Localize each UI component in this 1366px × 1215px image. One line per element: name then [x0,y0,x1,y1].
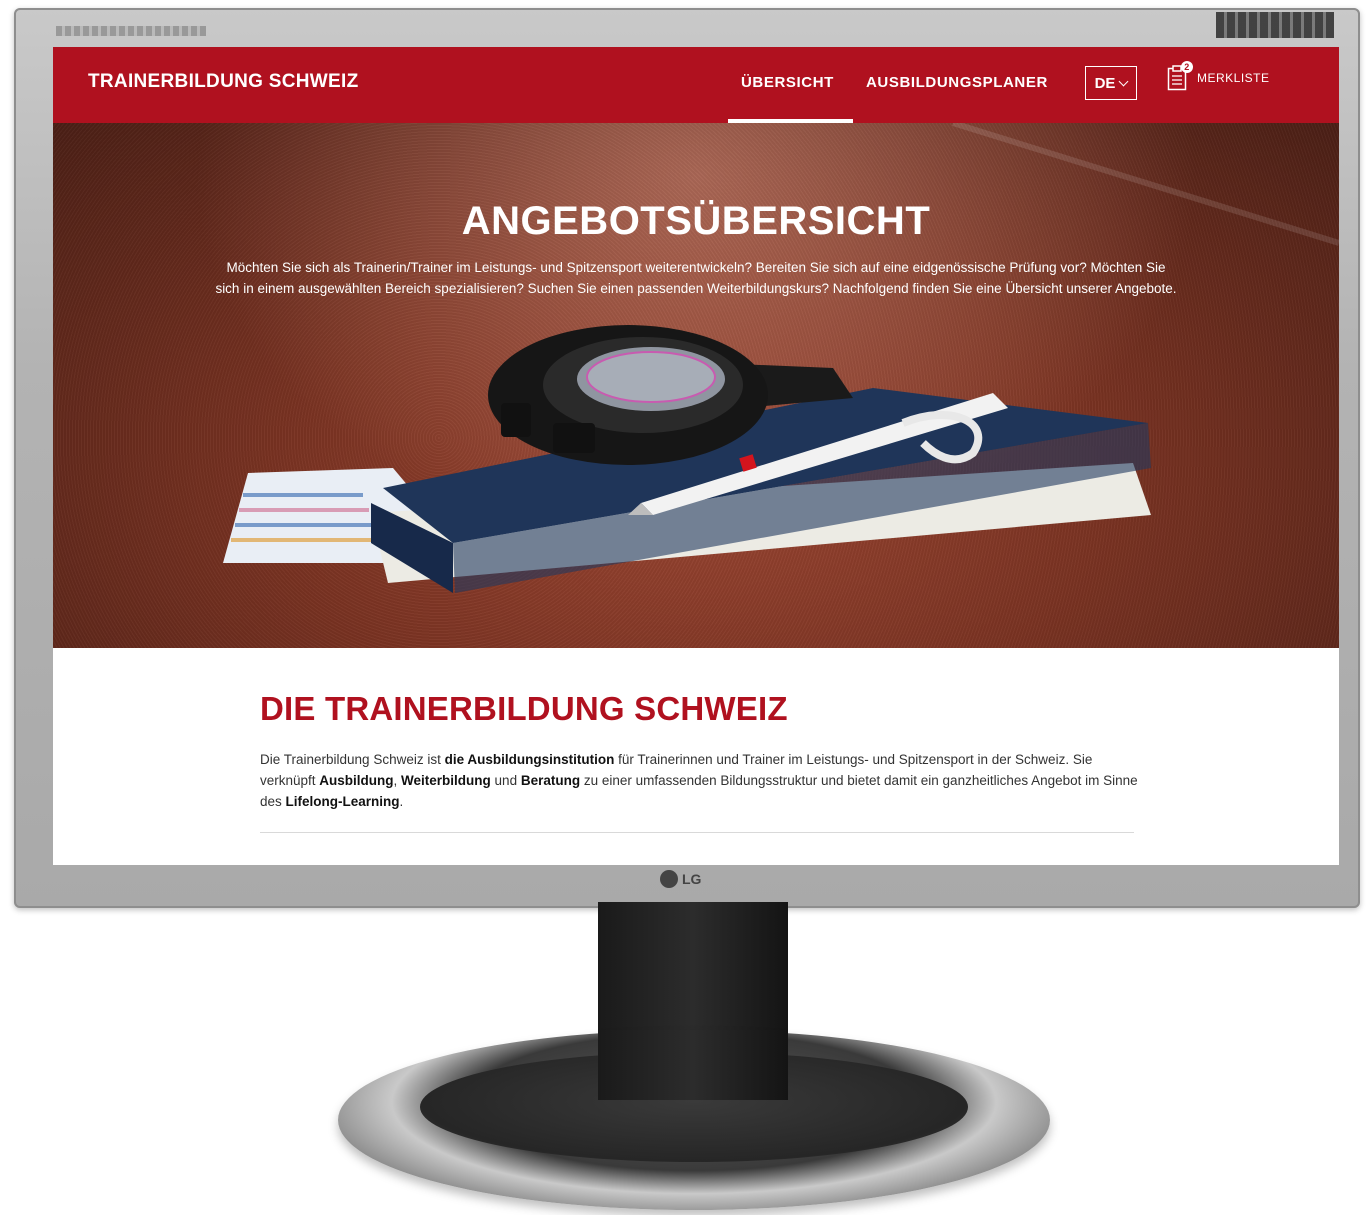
paragraph-text-segment: . [399,794,404,809]
paragraph-bold-segment: Lifelong-Learning [285,794,400,809]
paragraph-bold-segment: Ausbildung [319,773,394,788]
merkliste-button[interactable]: 2 MERKLISTE [1167,61,1270,91]
lg-logo-icon [660,870,678,888]
section-paragraph: Die Trainerbildung Schweiz ist die Ausbi… [260,749,1140,812]
nav-link-ausbildungsplaner[interactable]: AUSBILDUNGSPLANER [866,74,1048,91]
merkliste-count-badge: 2 [1181,61,1193,73]
monitor-brand-logo: LG [660,868,701,890]
paragraph-text-segment: und [490,773,521,788]
language-select-value: DE [1094,74,1116,92]
paragraph-text-segment: Die Trainerbildung Schweiz ist [260,752,445,767]
hero-banner: ANGEBOTSÜBERSICHT Möchten Sie sich als T… [53,123,1339,648]
hero-title: ANGEBOTSÜBERSICHT [461,199,931,243]
paragraph-bold-segment: die Ausbildungsinstitution [444,752,615,767]
hero-intro-text: Möchten Sie sich als Trainerin/Trainer i… [215,260,1177,296]
section-heading: DIE TRAINERBILDUNG SCHWEIZ [260,690,788,727]
paragraph-bold-segment: Beratung [520,773,581,788]
monitor-screen: TRAINERBILDUNG SCHWEIZ ÜBERSICHT AUSBILD… [53,47,1339,865]
section-divider [260,832,1134,833]
language-select[interactable]: DE [1085,66,1137,100]
paragraph-bold-segment: Weiterbildung [401,773,491,788]
site-brand-link[interactable]: TRAINERBILDUNG SCHWEIZ [88,71,358,93]
top-navbar: TRAINERBILDUNG SCHWEIZ ÜBERSICHT AUSBILD… [53,47,1339,123]
monitor-sticker-right [1216,12,1334,38]
paragraph-text-segment: , [393,773,402,788]
merkliste-label: MERKLISTE [1197,71,1270,85]
monitor-sticker-left [56,26,206,36]
clipboard-icon: 2 [1167,61,1193,91]
lg-logo-text: LG [682,871,702,887]
chevron-down-icon [1118,76,1129,86]
nav-link-uebersicht[interactable]: ÜBERSICHT [741,74,834,91]
monitor-stand-neck-top [598,1030,788,1100]
